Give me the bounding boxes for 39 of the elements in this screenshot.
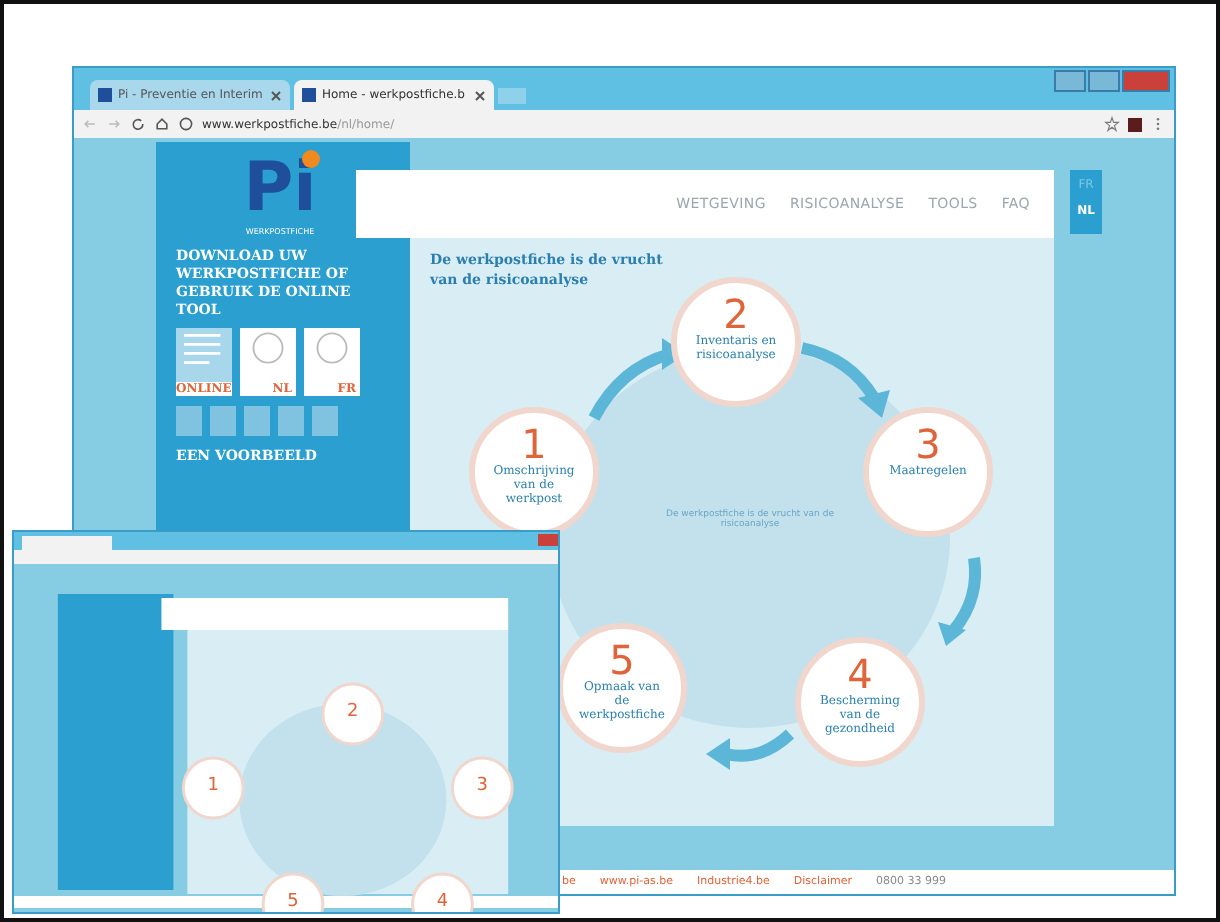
- forward-icon[interactable]: [106, 116, 122, 132]
- info-icon: [178, 116, 194, 132]
- step-circle: [795, 637, 925, 767]
- file-icon[interactable]: [278, 406, 304, 436]
- back-icon[interactable]: [82, 116, 98, 132]
- step-circle: [450, 756, 514, 820]
- step-circle: [181, 756, 245, 820]
- file-icon[interactable]: [312, 406, 338, 436]
- step-circle: [321, 682, 385, 746]
- step-number: 4: [436, 891, 449, 912]
- step-number: 1: [521, 424, 547, 464]
- address-bar[interactable]: [14, 550, 558, 564]
- step-circle: [469, 407, 599, 537]
- cycle-arrow: [706, 729, 794, 770]
- step-number: 2: [723, 294, 749, 334]
- extension-icon[interactable]: [1128, 117, 1142, 131]
- favicon-icon: [302, 88, 316, 102]
- step-number: 5: [609, 640, 635, 680]
- step-number: 3: [476, 775, 488, 796]
- logo-text[interactable]: Pi: [243, 150, 317, 226]
- step-number: 1: [207, 775, 219, 796]
- home-icon[interactable]: [154, 116, 170, 132]
- step-number: 2: [347, 701, 359, 722]
- new-tab-button[interactable]: [498, 88, 526, 104]
- file-icon[interactable]: [176, 406, 202, 436]
- browser-tab[interactable]: [22, 536, 112, 550]
- favicon-icon: [98, 88, 112, 102]
- cycle-arrow: [800, 342, 890, 418]
- file-icon[interactable]: [244, 406, 270, 436]
- step-number: 5: [287, 891, 299, 912]
- reload-icon[interactable]: [130, 116, 146, 132]
- star-icon[interactable]: [1104, 116, 1120, 132]
- step-circle: [863, 407, 993, 537]
- step-number: 3: [915, 424, 941, 464]
- cycle-arrow: [938, 557, 982, 646]
- step-circle: [671, 277, 801, 407]
- step-circle: [557, 623, 687, 753]
- step-number: 4: [847, 654, 873, 694]
- file-icon[interactable]: [210, 406, 236, 436]
